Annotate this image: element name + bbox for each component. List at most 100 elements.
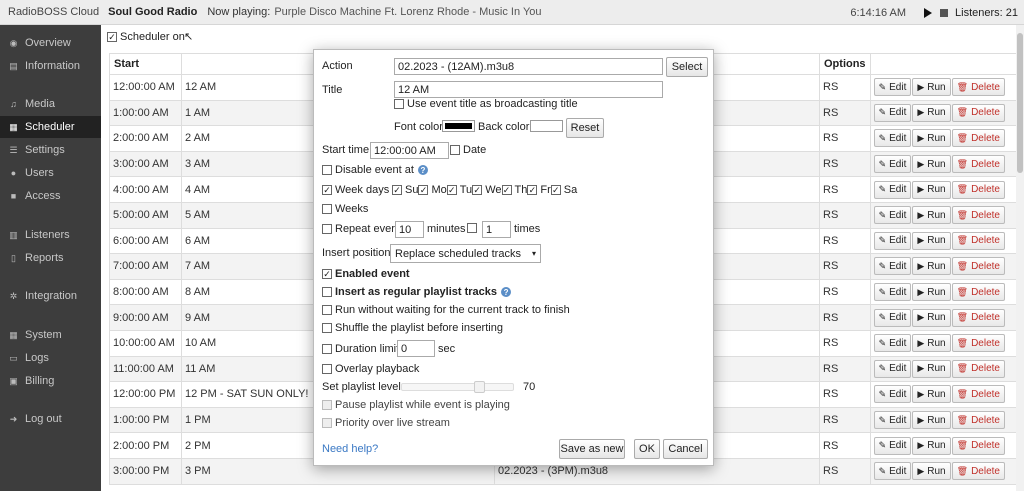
delete-button[interactable]: 🗑 Delete	[951, 334, 1005, 353]
day-mo[interactable]: ✓ Mo	[418, 184, 447, 196]
day-checkbox[interactable]: ✓	[446, 185, 457, 195]
enabled-event-row[interactable]: ✓ Enabled event	[322, 268, 410, 280]
weeks-row[interactable]: Weeks	[322, 203, 368, 215]
title-input[interactable]: 12 AM	[394, 81, 663, 98]
sidebar-item-logout[interactable]: ➜ Log out	[0, 408, 101, 430]
edit-button[interactable]: ✎ Edit	[873, 78, 912, 97]
run-button[interactable]: ▶ Run	[912, 462, 951, 481]
delete-button[interactable]: 🗑 Delete	[951, 206, 1005, 225]
overlay-playback-checkbox[interactable]	[322, 364, 332, 374]
delete-button[interactable]: 🗑 Delete	[951, 103, 1005, 122]
repeat-every-checkbox[interactable]	[322, 224, 332, 234]
ok-button[interactable]: OK	[634, 439, 660, 459]
use-event-title-row[interactable]: Use event title as broadcasting title	[394, 98, 578, 110]
playlist-level-slider[interactable]	[401, 383, 514, 391]
scheduler-on-checkbox[interactable]: ✓	[107, 32, 117, 42]
play-icon[interactable]	[924, 7, 933, 18]
run-without-waiting-row[interactable]: Run without waiting for the current trac…	[322, 304, 570, 316]
edit-button[interactable]: ✎ Edit	[873, 231, 912, 250]
playlist-level-handle[interactable]	[474, 381, 486, 393]
edit-button[interactable]: ✎ Edit	[873, 206, 912, 225]
repeat-every-input[interactable]: 10	[395, 221, 424, 238]
delete-button[interactable]: 🗑 Delete	[951, 283, 1005, 302]
sidebar-item-media[interactable]: ♫ Media	[0, 93, 101, 115]
reset-button[interactable]: Reset	[566, 118, 604, 138]
sidebar-item-settings[interactable]: ☰ Settings	[0, 139, 101, 161]
delete-button[interactable]: 🗑 Delete	[951, 462, 1005, 481]
edit-button[interactable]: ✎ Edit	[873, 385, 912, 404]
priority-live-checkbox[interactable]	[322, 418, 332, 428]
action-input[interactable]: 02.2023 - (12AM).m3u8	[394, 58, 663, 75]
day-checkbox[interactable]: ✓	[472, 185, 483, 195]
week-days-checkbox[interactable]: ✓	[322, 185, 332, 195]
date-row[interactable]: Date	[450, 144, 486, 156]
sidebar-item-access[interactable]: ■ Access	[0, 185, 101, 207]
day-checkbox[interactable]: ✓	[527, 185, 538, 195]
date-checkbox[interactable]	[450, 145, 460, 155]
insert-regular-checkbox[interactable]	[322, 287, 332, 297]
day-checkbox[interactable]: ✓	[501, 185, 512, 195]
insert-regular-row[interactable]: Insert as regular playlist tracks?	[322, 286, 512, 298]
edit-button[interactable]: ✎ Edit	[873, 411, 912, 430]
back-color-picker[interactable]	[530, 120, 567, 132]
run-button[interactable]: ▶ Run	[912, 385, 951, 404]
edit-button[interactable]: ✎ Edit	[873, 129, 912, 148]
edit-button[interactable]: ✎ Edit	[873, 462, 912, 481]
run-button[interactable]: ▶ Run	[912, 283, 951, 302]
day-we[interactable]: ✓ We	[472, 184, 502, 196]
run-button[interactable]: ▶ Run	[912, 308, 951, 327]
delete-button[interactable]: 🗑 Delete	[951, 359, 1005, 378]
run-button[interactable]: ▶ Run	[912, 103, 951, 122]
day-sa[interactable]: ✓ Sa	[550, 184, 577, 196]
vertical-scrollbar[interactable]	[1016, 25, 1024, 491]
sidebar-item-system[interactable]: ▦ System	[0, 324, 101, 346]
run-button[interactable]: ▶ Run	[912, 359, 951, 378]
times-checkbox-row[interactable]	[467, 223, 480, 233]
edit-button[interactable]: ✎ Edit	[873, 155, 912, 174]
pause-playlist-row[interactable]: Pause playlist while event is playing	[322, 399, 510, 411]
run-button[interactable]: ▶ Run	[912, 257, 951, 276]
run-without-waiting-checkbox[interactable]	[322, 305, 332, 315]
enabled-event-checkbox[interactable]: ✓	[322, 269, 332, 279]
delete-button[interactable]: 🗑 Delete	[951, 308, 1005, 327]
day-tu[interactable]: ✓ Tu	[446, 184, 472, 196]
cancel-button[interactable]: Cancel	[663, 439, 708, 459]
duration-limit-row[interactable]: Duration limit	[322, 343, 399, 355]
edit-button[interactable]: ✎ Edit	[873, 334, 912, 353]
day-su[interactable]: ✓ Su	[392, 184, 418, 196]
weeks-checkbox[interactable]	[322, 204, 332, 214]
edit-button[interactable]: ✎ Edit	[873, 257, 912, 276]
column-start[interactable]: Start	[109, 53, 182, 75]
run-button[interactable]: ▶ Run	[912, 436, 951, 455]
sidebar-item-scheduler[interactable]: ▦ Scheduler	[0, 116, 101, 138]
shuffle-row[interactable]: Shuffle the playlist before inserting	[322, 322, 503, 334]
sidebar-item-reports[interactable]: ▯ Reports	[0, 247, 101, 269]
overlay-playback-row[interactable]: Overlay playback	[322, 363, 419, 375]
delete-button[interactable]: 🗑 Delete	[951, 257, 1005, 276]
delete-button[interactable]: 🗑 Delete	[951, 129, 1005, 148]
day-th[interactable]: ✓ Th	[501, 184, 527, 196]
delete-button[interactable]: 🗑 Delete	[951, 436, 1005, 455]
day-checkbox[interactable]: ✓	[550, 185, 561, 195]
run-button[interactable]: ▶ Run	[912, 334, 951, 353]
delete-button[interactable]: 🗑 Delete	[951, 231, 1005, 250]
edit-button[interactable]: ✎ Edit	[873, 436, 912, 455]
duration-limit-checkbox[interactable]	[322, 344, 332, 354]
sidebar-item-logs[interactable]: ▭ Logs	[0, 347, 101, 369]
scheduler-on-toggle[interactable]: ✓ Scheduler on	[107, 31, 185, 43]
priority-live-row[interactable]: Priority over live stream	[322, 417, 450, 429]
delete-button[interactable]: 🗑 Delete	[951, 180, 1005, 199]
save-as-new-button[interactable]: Save as new	[559, 439, 625, 459]
delete-button[interactable]: 🗑 Delete	[951, 385, 1005, 404]
sidebar-item-information[interactable]: ▤ Information	[0, 55, 101, 77]
sidebar-item-users[interactable]: ● Users	[0, 162, 101, 184]
edit-button[interactable]: ✎ Edit	[873, 103, 912, 122]
run-button[interactable]: ▶ Run	[912, 411, 951, 430]
delete-button[interactable]: 🗑 Delete	[951, 411, 1005, 430]
sidebar-item-billing[interactable]: ▣ Billing	[0, 370, 101, 392]
run-button[interactable]: ▶ Run	[912, 180, 951, 199]
pause-playlist-checkbox[interactable]	[322, 400, 332, 410]
delete-button[interactable]: 🗑 Delete	[951, 78, 1005, 97]
day-fr[interactable]: ✓ Fr	[527, 184, 551, 196]
run-button[interactable]: ▶ Run	[912, 155, 951, 174]
